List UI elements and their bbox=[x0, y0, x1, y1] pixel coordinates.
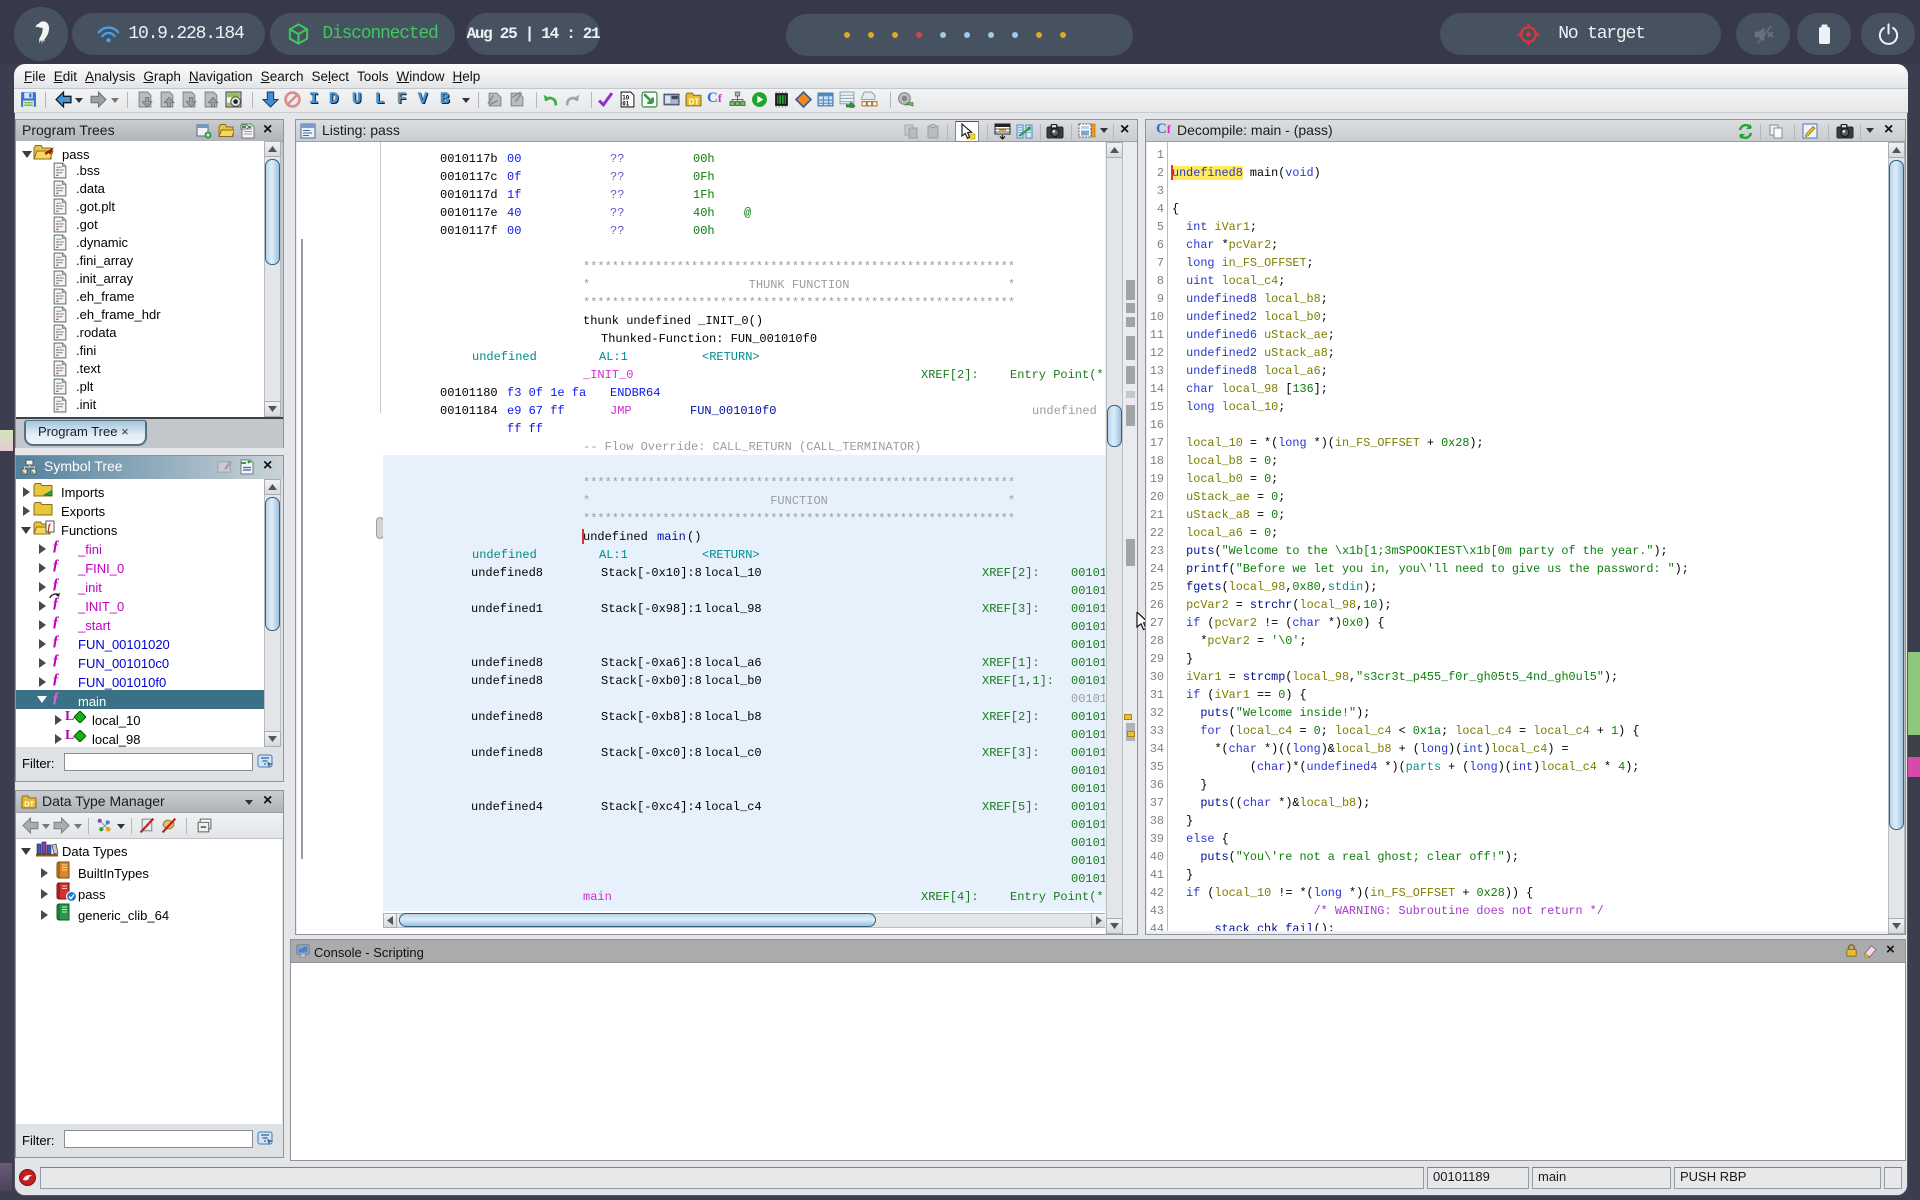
svg-text:DT: DT bbox=[24, 800, 34, 809]
svg-text:01: 01 bbox=[622, 101, 630, 107]
svg-text:DT: DT bbox=[689, 97, 700, 106]
